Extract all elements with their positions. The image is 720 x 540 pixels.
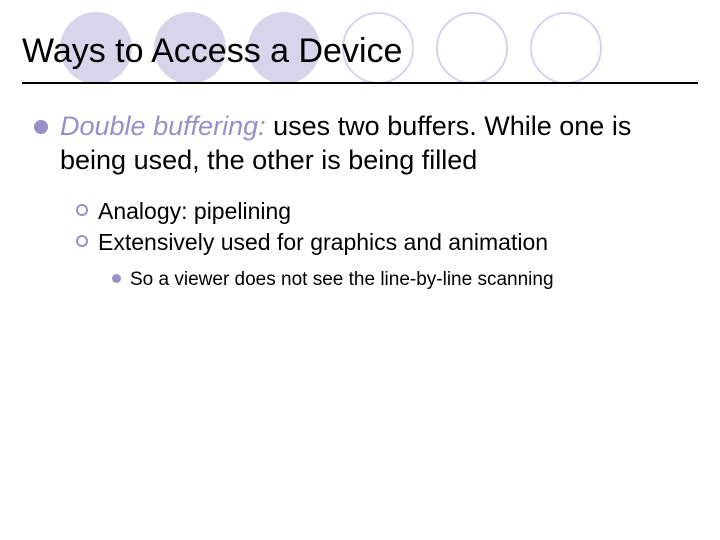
bullet-ring-icon [76,204,88,216]
body-text: Extensively used for graphics and animat… [98,229,548,255]
bullet-disc-icon [34,120,48,134]
title-underline [22,82,698,84]
slide-title: Ways to Access a Device [22,32,402,71]
circle-outline-icon [530,12,602,84]
circle-outline-icon [436,12,508,84]
list-item: So a viewer does not see the line-by-lin… [112,268,686,293]
list-item: Extensively used for graphics and animat… [76,227,686,258]
list-item: Double buffering: uses two buffers. Whil… [34,110,686,178]
emphasis-text: Double buffering: [60,111,266,141]
slide-body: Double buffering: uses two buffers. Whil… [34,110,686,292]
list-item: Analogy: pipelining [76,196,686,227]
body-text: So a viewer does not see the line-by-lin… [130,269,554,290]
body-text: Analogy: pipelining [98,198,291,224]
bullet-dot-icon [112,274,121,283]
bullet-ring-icon [76,235,88,247]
